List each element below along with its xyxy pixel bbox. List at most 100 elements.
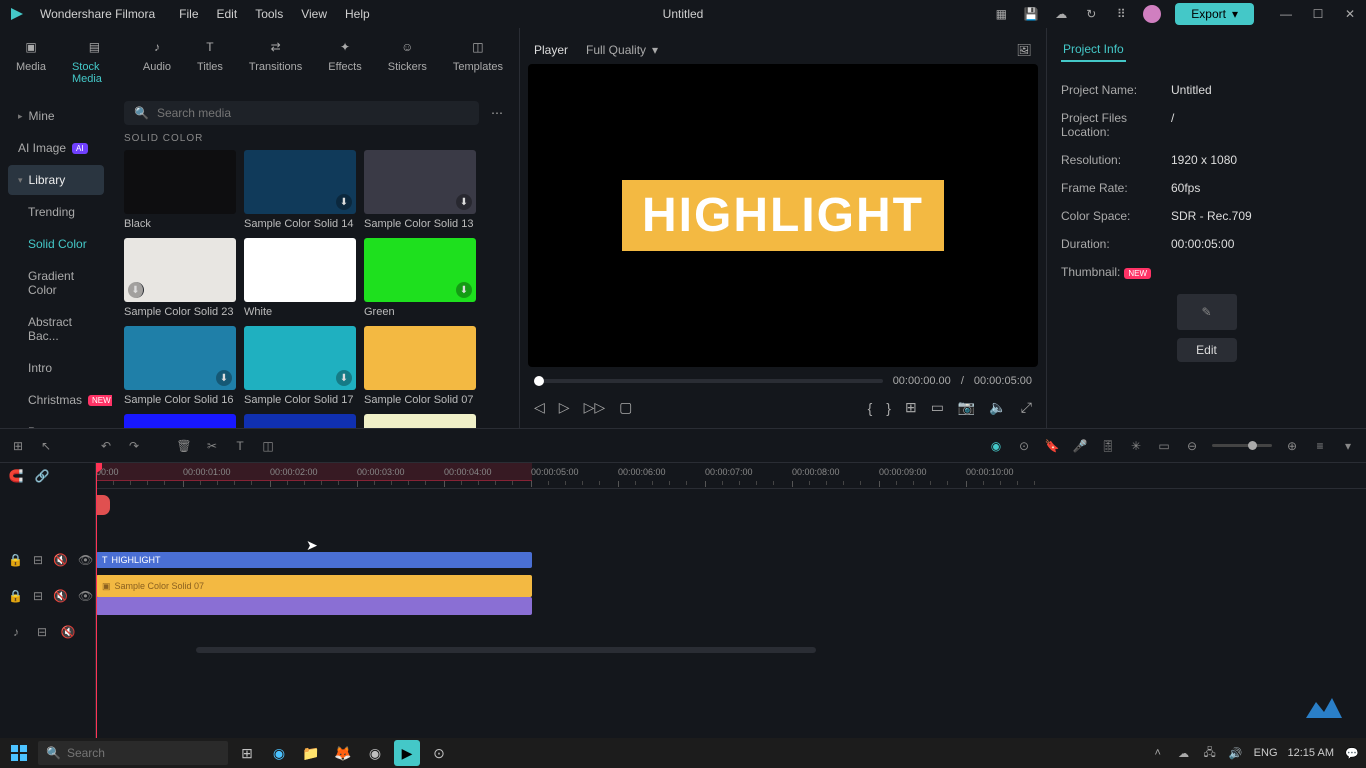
timeline-tracks[interactable]: 00:0000:00:01:0000:00:02:0000:00:03:0000… [96,463,1366,738]
sidebar-item-gradient-color[interactable]: Gradient Color [8,261,104,305]
crop-tool-icon[interactable]: ◫ [260,438,276,454]
voiceover-icon[interactable]: 🎤 [1072,438,1088,454]
search-box[interactable]: 🔍 [124,101,479,125]
sound-icon[interactable]: 🔊 [1228,745,1244,761]
tab-audio[interactable]: ♪Audio [139,34,175,87]
swatch-card[interactable]: ⬇Green [364,238,476,318]
notifications-icon[interactable]: 💬 [1344,745,1360,761]
edge-icon[interactable]: ◉ [266,740,292,766]
swatch-card[interactable]: ⬇Sample Color Solid 13 [364,150,476,230]
zoom-out-icon[interactable]: ⊖ [1184,438,1200,454]
arrange-icon[interactable]: ⊞ [10,438,26,454]
playhead[interactable] [96,463,97,738]
download-icon[interactable]: ⬇ [456,282,472,298]
link-icon[interactable]: 🔗 [34,468,50,484]
delete-icon[interactable]: 🗑 [176,438,192,454]
maximize-icon[interactable]: ☐ [1310,6,1326,22]
title-clip[interactable]: THIGHLIGHT [96,552,532,568]
timeline-scrollbar[interactable] [96,645,1366,655]
save-icon[interactable]: 💾 [1023,6,1039,22]
task-view-icon[interactable]: ⊞ [234,740,260,766]
mute-icon[interactable]: 🔇 [60,624,76,640]
auto-reframe-icon[interactable]: ◉ [988,438,1004,454]
cursor-tool-icon[interactable]: ↖ [38,438,54,454]
apps-icon[interactable]: ⠿ [1113,6,1129,22]
tab-stickers[interactable]: ☺Stickers [384,34,431,87]
menu-edit[interactable]: Edit [217,7,238,21]
swatch-card[interactable] [364,414,476,428]
tab-effects[interactable]: ✦Effects [324,34,365,87]
search-input[interactable] [157,106,469,120]
sidebar-item-solid-color[interactable]: Solid Color [8,229,104,259]
video-clip[interactable]: ▣Sample Color Solid 07 [96,575,532,597]
time-ruler[interactable]: 00:0000:00:01:0000:00:02:0000:00:03:0000… [96,463,1366,489]
taskbar-search-input[interactable] [67,746,222,760]
marker-icon[interactable]: 🔖 [1044,438,1060,454]
zoom-fit-icon[interactable]: ≡ [1312,438,1328,454]
edit-button[interactable]: Edit [1177,338,1237,362]
ai-audio-icon[interactable]: ✳ [1128,438,1144,454]
menu-help[interactable]: Help [345,7,370,21]
tray-chevron-icon[interactable]: ˄ [1150,745,1166,761]
snapshot-button-icon[interactable]: 📷 [958,399,975,416]
close-icon[interactable]: ✕ [1342,6,1358,22]
prev-frame-icon[interactable]: ◁ [534,399,545,416]
sidebar-item-trending[interactable]: Trending [8,197,104,227]
cloud-icon[interactable]: ☁ [1053,6,1069,22]
history-icon[interactable]: ↻ [1083,6,1099,22]
text-tool-icon[interactable]: T [232,438,248,454]
display-icon[interactable]: ▭ [931,399,944,416]
firefox-icon[interactable]: 🦊 [330,740,356,766]
download-icon[interactable]: ⬇ [336,194,352,210]
magnet-icon[interactable]: 🧲 [8,468,24,484]
zoom-slider[interactable] [1212,444,1272,447]
download-icon[interactable]: ⬇ [216,370,232,386]
swatch-card[interactable]: ⬇Sample Color Solid 16 [124,326,236,406]
swatch-card[interactable]: ⬇Sample Color Solid 23 [124,238,236,318]
minimize-icon[interactable]: — [1278,6,1294,22]
visibility-icon[interactable]: 👁 [78,552,93,568]
next-frame-icon[interactable]: ▷▷ [584,399,606,416]
onedrive-icon[interactable]: ☁ [1176,745,1192,761]
filmora-taskbar-icon[interactable]: ▶ [394,740,420,766]
split-icon[interactable]: ✂ [204,438,220,454]
redo-icon[interactable]: ↷ [126,438,142,454]
tab-titles[interactable]: TTitles [193,34,227,87]
preview-viewport[interactable]: HIGHLIGHT [528,64,1038,367]
audio-strip[interactable] [96,597,532,615]
obs-icon[interactable]: ⊙ [426,740,452,766]
explorer-icon[interactable]: 📁 [298,740,324,766]
download-icon[interactable]: ⬇ [456,194,472,210]
zoom-in-icon[interactable]: ⊕ [1284,438,1300,454]
export-button[interactable]: Export▾ [1175,3,1254,25]
tab-stock-media[interactable]: ▤Stock Media [68,34,121,87]
marker-handle[interactable] [96,495,110,515]
swatch-card[interactable] [124,414,236,428]
stop-icon[interactable]: ▢ [619,399,632,416]
clock[interactable]: 12:15 AM [1288,747,1334,759]
thumbnail-preview[interactable]: ✎ [1177,294,1237,330]
mute-icon[interactable]: 🔇 [53,588,68,604]
swatch-card[interactable]: ⬇Sample Color Solid 14 [244,150,356,230]
volume-icon[interactable]: 🔈 [989,399,1006,416]
tab-media[interactable]: ▣Media [12,34,50,87]
mark-out-icon[interactable]: } [886,399,891,416]
project-info-tab[interactable]: Project Info [1061,38,1126,62]
sidebar-item-library[interactable]: Library [8,165,104,195]
swatch-card[interactable] [244,414,356,428]
sidebar-item-intro[interactable]: Intro [8,353,104,383]
lock-icon[interactable]: 🔒 [8,588,23,604]
toggle-icon[interactable]: ⊟ [33,552,43,568]
fullscreen-icon[interactable]: ⤢ [1021,399,1032,416]
network-icon[interactable]: 🖧 [1202,745,1218,761]
taskbar-search[interactable]: 🔍 [38,741,228,765]
swatch-card[interactable]: ⬇Sample Color Solid 17 [244,326,356,406]
swatch-card[interactable]: Sample Color Solid 07 [364,326,476,406]
menu-view[interactable]: View [301,7,327,21]
audio-sync-icon[interactable]: 🎚 [1100,438,1116,454]
swatch-card[interactable]: Black [124,150,236,230]
more-options-icon[interactable]: ⋯ [487,102,507,124]
tab-templates[interactable]: ◫Templates [449,34,507,87]
menu-tools[interactable]: Tools [255,7,283,21]
language-indicator[interactable]: ENG [1254,747,1278,759]
